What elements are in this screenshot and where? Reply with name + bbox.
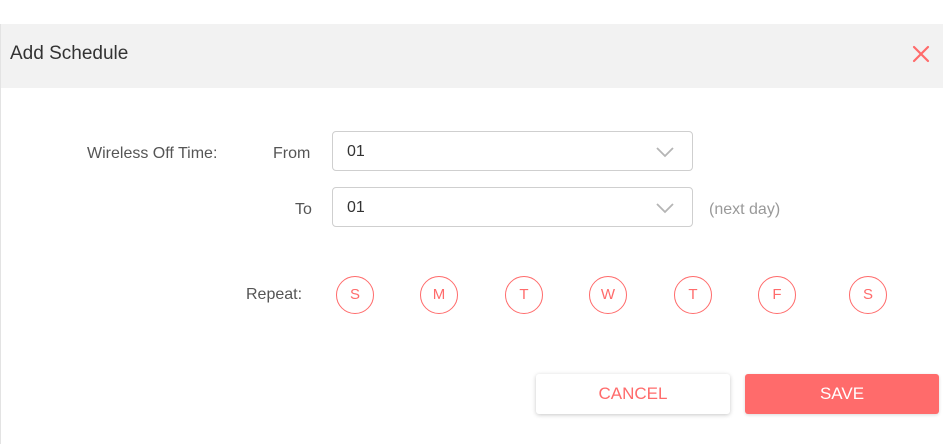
next-day-hint: (next day) [709,201,781,218]
day-toggle-monday[interactable]: M [420,276,458,314]
day-toggle-thursday[interactable]: T [674,276,712,314]
add-schedule-dialog: Add Schedule Wireless Off Time: From 01 … [0,24,943,444]
close-icon [912,45,930,63]
to-select-value: 01 [347,199,365,216]
day-toggle-saturday[interactable]: S [849,276,887,314]
from-label: From [273,145,311,162]
chevron-down-icon [656,147,674,158]
from-select-value: 01 [347,143,365,160]
wireless-off-time-label: Wireless Off Time: [87,145,218,162]
to-select[interactable]: 01 [332,187,693,227]
chevron-down-icon [656,203,674,214]
repeat-label: Repeat: [246,286,303,303]
dialog-header: Add Schedule [1,24,943,88]
close-button[interactable] [909,42,933,66]
cancel-button[interactable]: CANCEL [536,374,730,414]
to-label: To [295,201,312,218]
from-select[interactable]: 01 [332,131,693,171]
dialog-title: Add Schedule [10,43,129,64]
day-toggle-tuesday[interactable]: T [505,276,543,314]
day-toggle-wednesday[interactable]: W [589,276,627,314]
save-button[interactable]: SAVE [745,374,939,414]
day-toggle-sunday[interactable]: S [336,276,374,314]
day-toggle-friday[interactable]: F [758,276,796,314]
